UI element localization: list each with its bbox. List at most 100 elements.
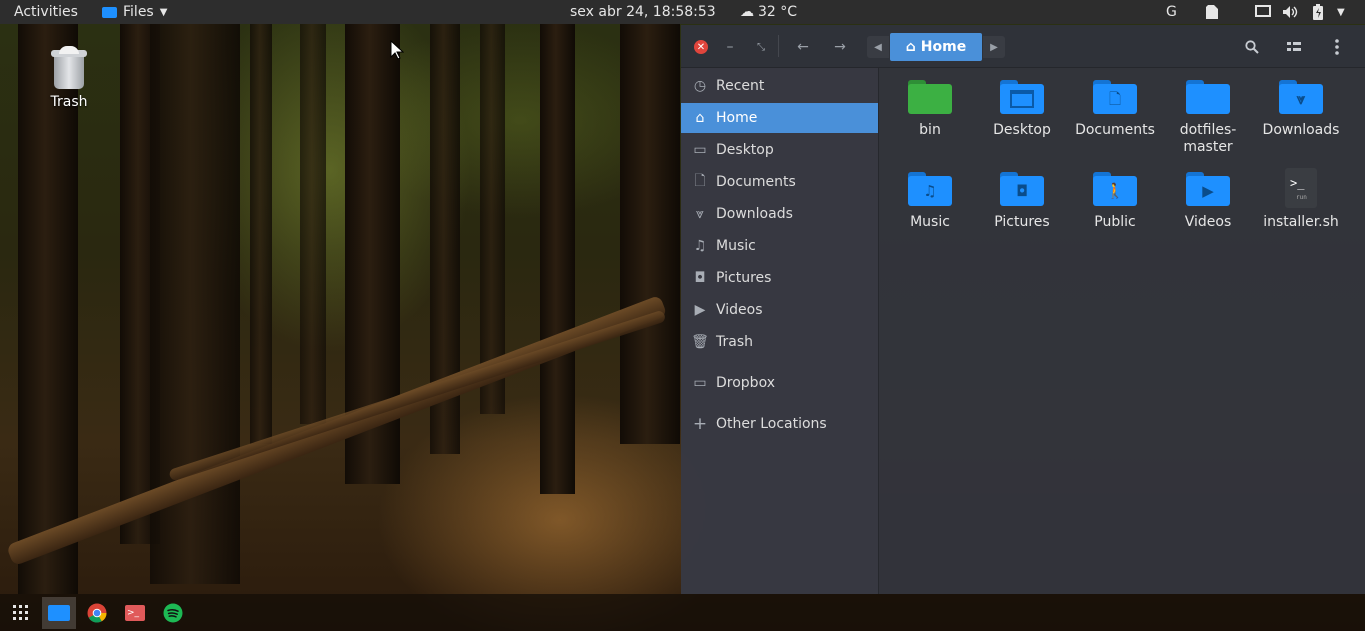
sidebar-item-label: Pictures xyxy=(716,270,772,286)
home-icon: ⌂ xyxy=(905,39,916,55)
file-item-dotfiles-master[interactable]: dotfiles-master xyxy=(1164,80,1252,156)
drive-icon: ▭ xyxy=(693,375,707,391)
battery-icon[interactable] xyxy=(1312,0,1324,24)
sidebar-item-documents[interactable]: 🗋 Documents xyxy=(681,167,878,197)
path-home-button[interactable]: ⌂ Home xyxy=(890,33,982,61)
file-item-label: dotfiles-master xyxy=(1179,122,1237,155)
file-item-label: Desktop xyxy=(993,122,1051,138)
trash-icon: 🗑 xyxy=(691,334,709,350)
file-item-installer[interactable]: >_ run installer.sh xyxy=(1257,168,1345,231)
app-menu-label: Files xyxy=(123,4,154,20)
sidebar-item-label: Recent xyxy=(716,78,765,94)
caret-down-icon: ▼ xyxy=(159,6,168,18)
sidebar-item-videos[interactable]: ▶ Videos xyxy=(681,295,878,325)
file-item-label: Videos xyxy=(1184,214,1232,230)
sidebar-item-label: Desktop xyxy=(716,142,774,158)
folder-icon xyxy=(48,605,70,621)
system-menu-caret-icon[interactable]: ▼ xyxy=(1337,0,1345,24)
sidebar-item-pictures[interactable]: ◘ Pictures xyxy=(681,263,878,293)
sidebar-item-downloads[interactable]: ⩔ Downloads xyxy=(681,199,878,229)
clock-icon: ◷ xyxy=(693,78,707,94)
app-menu-files[interactable]: Files ▼ xyxy=(102,0,167,24)
chevron-left-icon: ◀ xyxy=(874,41,882,53)
folder-icon xyxy=(102,6,117,18)
home-icon: ⌂ xyxy=(695,110,705,126)
search-icon xyxy=(1245,40,1259,54)
sidebar-item-trash[interactable]: 🗑 Trash xyxy=(681,327,878,357)
videos-folder-icon: ▶ xyxy=(1186,172,1230,206)
file-item-public[interactable]: 🚶 Public xyxy=(1071,172,1159,231)
maximize-icon: ⤡ xyxy=(757,41,765,53)
file-item-documents[interactable]: 🗋 Documents xyxy=(1071,80,1159,139)
dock: >_ xyxy=(0,594,1365,631)
sidebar-item-recent[interactable]: ◷ Recent xyxy=(681,71,878,101)
sidebar-item-label: Music xyxy=(716,238,756,254)
file-item-bin[interactable]: bin xyxy=(886,80,974,139)
sidebar-item-dropbox[interactable]: ▭ Dropbox xyxy=(681,368,878,398)
search-button[interactable] xyxy=(1241,36,1263,58)
sidebar-item-label: Trash xyxy=(716,334,753,350)
desktop-trash[interactable]: Trash xyxy=(38,46,100,110)
sidebar-item-home[interactable]: ⌂ Home xyxy=(681,103,878,133)
file-item-downloads[interactable]: ⩔ Downloads xyxy=(1257,80,1345,139)
app-grid-icon xyxy=(13,605,28,620)
sidebar-item-music[interactable]: ♫ Music xyxy=(681,231,878,261)
weather-indicator[interactable]: ☁ 32 °C xyxy=(740,0,797,24)
file-item-music[interactable]: ♫ Music xyxy=(886,172,974,231)
sidebar-item-label: Dropbox xyxy=(716,375,775,391)
dock-terminal-button[interactable]: >_ xyxy=(118,597,152,629)
file-item-pictures[interactable]: ◘ Pictures xyxy=(978,172,1066,231)
keyboard-indicator[interactable]: G xyxy=(1166,0,1177,24)
view-toggle-button[interactable] xyxy=(1283,36,1305,58)
music-folder-icon: ♫ xyxy=(908,172,952,206)
display-icon[interactable] xyxy=(1255,0,1271,24)
sidebar-item-label: Home xyxy=(716,110,758,126)
sidebar-item-label: Videos xyxy=(716,302,763,318)
dock-spotify-button[interactable] xyxy=(156,597,190,629)
minimize-window-button[interactable]: – xyxy=(719,36,741,58)
close-window-button[interactable]: ✕ xyxy=(690,36,712,58)
back-button[interactable]: ← xyxy=(792,36,814,58)
list-view-icon xyxy=(1287,42,1301,51)
pictures-folder-icon: ◘ xyxy=(1000,172,1044,206)
cloud-icon: ☁ xyxy=(740,4,754,20)
trash-icon xyxy=(51,46,87,90)
volume-icon[interactable] xyxy=(1282,0,1298,24)
terminal-script-icon: >_ run xyxy=(1285,168,1317,208)
forward-button[interactable]: → xyxy=(829,36,851,58)
sidebar-item-label: Documents xyxy=(716,174,796,190)
sidebar-item-label: Other Locations xyxy=(716,416,827,432)
document-icon: 🗋 xyxy=(694,173,706,189)
documents-folder-icon: 🗋 xyxy=(1093,80,1137,114)
sidebar-item-desktop[interactable]: ▭ Desktop xyxy=(681,135,878,165)
header-bar: ✕ – ⤡ ← → ◀ ⌂ Home ▶ xyxy=(681,25,1365,68)
clock[interactable]: sex abr 24, 18:58:53 xyxy=(570,0,716,24)
show-applications-button[interactable] xyxy=(4,597,38,629)
music-icon: ♫ xyxy=(693,238,707,254)
camera-icon: ◘ xyxy=(694,270,706,286)
file-item-label: Public xyxy=(1094,214,1136,230)
dock-chrome-button[interactable] xyxy=(80,597,114,629)
chrome-icon xyxy=(87,603,107,623)
folder-icon xyxy=(1186,80,1230,114)
header-separator xyxy=(778,35,779,57)
maximize-window-button[interactable]: ⤡ xyxy=(750,36,772,58)
menu-button[interactable] xyxy=(1326,36,1348,58)
downloads-folder-icon: ⩔ xyxy=(1279,80,1323,114)
public-folder-icon: 🚶 xyxy=(1093,172,1137,206)
terminal-icon: >_ xyxy=(125,605,145,621)
file-item-label: bin xyxy=(919,122,941,138)
file-view: bin Desktop 🗋 Documents dotfiles-master xyxy=(879,68,1365,594)
file-item-videos[interactable]: ▶ Videos xyxy=(1164,172,1252,231)
path-scroll-left-button[interactable]: ◀ xyxy=(867,36,889,58)
dock-files-button[interactable] xyxy=(42,597,76,629)
clipboard-icon[interactable] xyxy=(1205,0,1219,24)
file-item-label: Downloads xyxy=(1262,122,1340,138)
activities-button[interactable]: Activities xyxy=(14,0,78,24)
file-item-desktop[interactable]: Desktop xyxy=(978,80,1066,139)
path-scroll-right-button[interactable]: ▶ xyxy=(983,36,1005,58)
sidebar-item-other-locations[interactable]: + Other Locations xyxy=(681,409,878,439)
file-item-label: Documents xyxy=(1075,122,1155,138)
minimize-icon: – xyxy=(726,39,734,55)
kebab-menu-icon xyxy=(1335,39,1339,55)
